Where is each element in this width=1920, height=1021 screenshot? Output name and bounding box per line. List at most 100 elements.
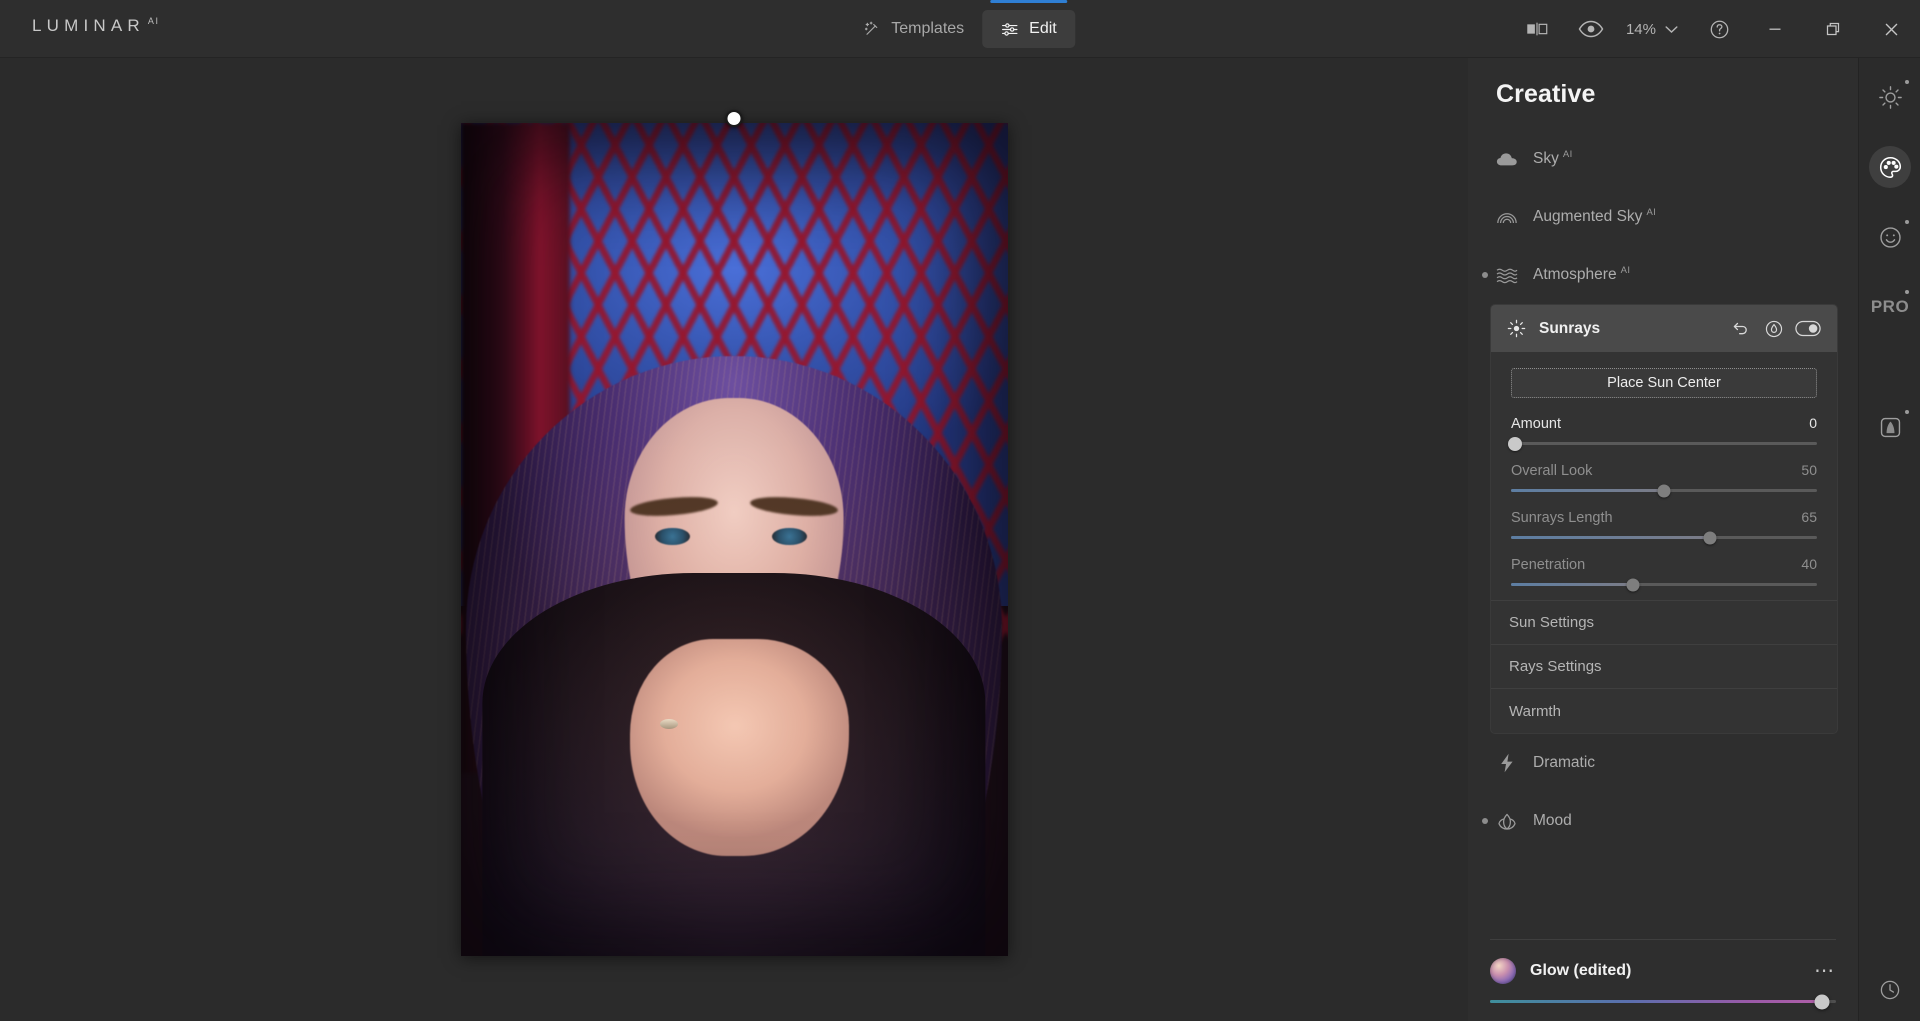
slider-penetration-header: Penetration 40 [1511, 556, 1817, 573]
sidebar-item-augmented-sky[interactable]: Augmented Sky AI [1468, 188, 1858, 246]
edited-dot-atmosphere [1482, 272, 1488, 278]
slider-sunrays-length: Sunrays Length 65 [1511, 509, 1817, 544]
lightning-icon [1493, 751, 1521, 775]
sidebar-item-atmosphere[interactable]: Atmosphere AI [1468, 246, 1858, 304]
slider-overall-look-label: Overall Look [1511, 463, 1593, 479]
look-amount-track[interactable] [1490, 994, 1836, 1009]
canvas-area[interactable] [0, 58, 1468, 1021]
sliders-icon [1000, 20, 1019, 39]
sunrays-subsections: Sun Settings Rays Settings Warmth [1491, 600, 1837, 733]
sidebar-item-mood[interactable]: Mood [1468, 792, 1858, 850]
app-logo-text: LUMINAR [32, 16, 145, 35]
edited-dot-portrait [1905, 220, 1909, 224]
rail-item-professional[interactable]: PRO [1859, 276, 1920, 338]
slider-penetration-fill [1511, 583, 1634, 586]
look-amount-knob[interactable] [1814, 994, 1830, 1009]
sidebar-item-label: Mood [1533, 812, 1572, 829]
rail-item-essentials[interactable] [1859, 66, 1920, 128]
slider-sunrays-length-fill [1511, 536, 1710, 539]
cloud-icon [1493, 147, 1521, 171]
toggle-on-icon[interactable] [1791, 312, 1825, 346]
minimize-icon[interactable] [1746, 0, 1804, 58]
slider-sunrays-length-label: Sunrays Length [1511, 510, 1613, 526]
slider-overall-look-knob[interactable] [1657, 484, 1671, 497]
sunrays-icon [1505, 319, 1527, 338]
sidebar-item-label: Dramatic [1533, 754, 1596, 771]
slider-penetration-track[interactable] [1511, 578, 1817, 591]
photo-wrapper [460, 110, 1008, 956]
sun-center-handle[interactable] [725, 110, 743, 127]
place-sun-center-button[interactable]: Place Sun Center [1511, 368, 1817, 398]
sidebar-item-sky[interactable]: Sky AI [1468, 130, 1858, 188]
magic-wand-icon [863, 20, 881, 38]
slider-amount-track[interactable] [1507, 436, 1817, 451]
sunrays-tool-card: Sunrays Place Sun Center Amount 0 Overal… [1490, 304, 1838, 734]
sidebar-item-label: Sky AI [1533, 149, 1573, 168]
slider-overall-look-value: 50 [1801, 462, 1817, 478]
slider-sunrays-length-knob[interactable] [1703, 531, 1717, 544]
waves-icon [1493, 263, 1521, 287]
look-header-row: Glow (edited) ⋯ [1490, 958, 1836, 984]
slider-amount: Amount 0 [1507, 415, 1817, 451]
tab-edit-label: Edit [1029, 20, 1057, 37]
rail-item-portrait[interactable] [1859, 206, 1920, 268]
zoom-control[interactable]: 14% [1618, 0, 1692, 58]
rail-bottom [1859, 959, 1920, 1021]
ai-badge: AI [1646, 207, 1657, 219]
slider-penetration-knob[interactable] [1626, 578, 1640, 591]
sidebar-item-label: Atmosphere AI [1533, 265, 1631, 284]
slider-overall-look-fill [1511, 489, 1664, 492]
look-thumbnail[interactable] [1490, 958, 1516, 984]
section-rays-settings[interactable]: Rays Settings [1491, 645, 1837, 689]
edited-photo[interactable] [460, 123, 1008, 956]
tool-category-rail: PRO [1858, 58, 1920, 1021]
before-after-icon[interactable] [1510, 0, 1564, 58]
current-look-strip: Glow (edited) ⋯ [1468, 925, 1858, 1021]
mode-switch: Templates Edit [845, 0, 1075, 58]
slider-sunrays-length-header: Sunrays Length 65 [1511, 509, 1817, 526]
slider-penetration: Penetration 40 [1511, 556, 1817, 591]
mask-brush-icon[interactable] [1757, 312, 1791, 346]
edited-dot-professional [1905, 290, 1909, 294]
eye-icon[interactable] [1564, 0, 1618, 58]
rail-item-creative[interactable] [1859, 136, 1920, 198]
slider-overall-look: Overall Look 50 [1511, 462, 1817, 497]
sunrays-tool-header: Sunrays [1491, 305, 1837, 352]
sidebar-item-label: Augmented Sky AI [1533, 207, 1657, 226]
clock-icon [1869, 969, 1911, 1011]
slider-amount-label: Amount [1511, 416, 1561, 432]
tab-templates-label: Templates [891, 20, 965, 37]
section-sun-settings[interactable]: Sun Settings [1491, 601, 1837, 645]
palette-icon [1869, 146, 1911, 188]
more-dots-icon[interactable]: ⋯ [1814, 961, 1836, 981]
sidebar-item-dramatic[interactable]: Dramatic [1468, 734, 1858, 792]
slider-penetration-label: Penetration [1511, 557, 1586, 573]
undo-icon[interactable] [1723, 312, 1757, 346]
slider-amount-knob[interactable] [1507, 436, 1522, 451]
help-circle-icon[interactable] [1692, 0, 1746, 58]
sunrays-tool-name: Sunrays [1539, 319, 1601, 337]
rail-item-canvas[interactable] [1859, 396, 1920, 458]
tab-edit[interactable]: Edit [982, 0, 1075, 48]
rail-item-history[interactable] [1859, 959, 1920, 1021]
app-logo-ai-suffix: AI [147, 16, 160, 27]
slider-sunrays-length-track[interactable] [1511, 531, 1817, 544]
photo-subject-ring [660, 718, 679, 729]
slider-overall-look-track[interactable] [1511, 484, 1817, 497]
creative-category-list: Sky AI Augmented Sky AI Atmosphere AI Su… [1468, 130, 1858, 850]
rainbow-icon [1493, 205, 1521, 229]
edited-dot-essentials [1905, 80, 1909, 84]
sunrays-tool-body: Place Sun Center Amount 0 Overall Look 5… [1491, 352, 1837, 600]
photo-subject-eye-left [654, 527, 690, 546]
close-icon[interactable] [1862, 0, 1920, 58]
section-warmth[interactable]: Warmth [1491, 689, 1837, 733]
slider-amount-value: 0 [1809, 415, 1817, 431]
lotus-icon [1493, 809, 1521, 833]
title-bar-right-controls: 14% [1510, 0, 1920, 58]
look-name: Glow (edited) [1530, 962, 1632, 979]
restore-icon[interactable] [1804, 0, 1862, 58]
chevron-down-icon [1665, 21, 1678, 38]
slider-overall-look-header: Overall Look 50 [1511, 462, 1817, 479]
ai-badge: AI [1620, 265, 1631, 277]
tab-templates[interactable]: Templates [845, 10, 982, 48]
